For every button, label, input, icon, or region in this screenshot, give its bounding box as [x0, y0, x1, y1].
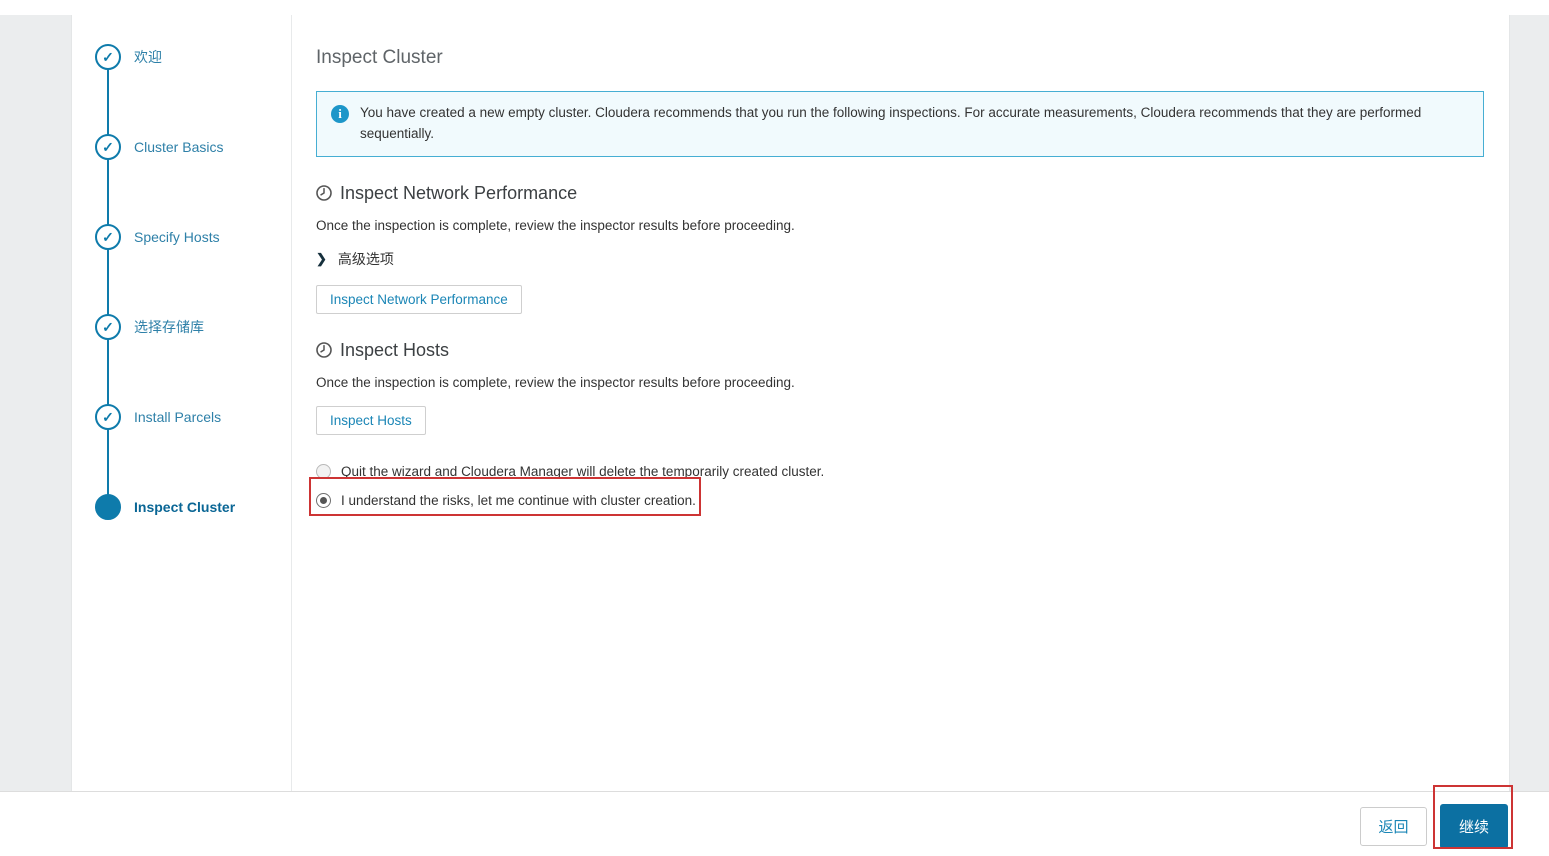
section-heading-network: Inspect Network Performance	[316, 183, 1484, 204]
step-label: 选择存储库	[134, 319, 204, 335]
step-check-icon: ✓	[95, 404, 121, 430]
sidebar-step-install-parcels: ✓ Install Parcels	[72, 404, 291, 494]
radio-option-label: I understand the risks, let me continue …	[341, 492, 696, 508]
radio-option-label: Quit the wizard and Cloudera Manager wil…	[341, 463, 825, 479]
radio-button-selected-icon[interactable]	[316, 492, 331, 508]
section-heading-text: Inspect Network Performance	[340, 182, 578, 203]
back-button[interactable]: 返回	[1360, 807, 1427, 846]
inspect-network-performance-button[interactable]: Inspect Network Performance	[316, 284, 522, 314]
main-content: Inspect Cluster i You have created a new…	[292, 15, 1509, 791]
sidebar-step-select-repository: ✓ 选择存储库	[72, 314, 291, 404]
step-check-icon: ✓	[95, 314, 121, 340]
wizard-card: ✓ 欢迎 ✓ Cluster Basics ✓ Specify Hosts ✓ …	[71, 15, 1510, 791]
section-heading-text: Inspect Hosts	[340, 339, 450, 360]
sidebar-step-specify-hosts: ✓ Specify Hosts	[72, 224, 291, 314]
step-current-dot	[95, 494, 121, 520]
advanced-options-label: 高级选项	[337, 250, 394, 267]
footer-action-bar: 返回 继续	[0, 791, 1549, 856]
radio-button-icon[interactable]	[316, 463, 331, 479]
sidebar-step-inspect-cluster: Inspect Cluster	[72, 494, 291, 584]
section-description: Once the inspection is complete, review …	[316, 374, 795, 390]
sidebar-step-cluster-basics: ✓ Cluster Basics	[72, 134, 291, 224]
cluster-decision-radio-group: Quit the wizard and Cloudera Manager wil…	[316, 463, 1484, 508]
step-check-icon: ✓	[95, 224, 121, 250]
step-check-icon: ✓	[95, 44, 121, 70]
info-banner-text: You have created a new empty cluster. Cl…	[360, 105, 1422, 141]
sidebar-step-welcome: ✓ 欢迎	[72, 44, 291, 134]
wizard-sidebar: ✓ 欢迎 ✓ Cluster Basics ✓ Specify Hosts ✓ …	[72, 15, 292, 791]
continue-button[interactable]: 继续	[1440, 804, 1508, 849]
clock-icon	[316, 185, 332, 202]
step-connector-line	[107, 57, 109, 507]
info-banner: i You have created a new empty cluster. …	[316, 91, 1484, 157]
step-check-icon: ✓	[95, 134, 121, 160]
info-icon: i	[331, 105, 349, 123]
page-title: Inspect Cluster	[316, 47, 443, 68]
top-strip	[0, 0, 1549, 15]
radio-option-quit-wizard[interactable]: Quit the wizard and Cloudera Manager wil…	[316, 463, 825, 479]
step-label: Inspect Cluster	[134, 499, 236, 515]
chevron-right-icon: ❯	[316, 251, 327, 267]
step-label: 欢迎	[134, 49, 162, 65]
inspect-hosts-button[interactable]: Inspect Hosts	[316, 405, 426, 435]
step-label: Specify Hosts	[134, 229, 220, 245]
section-description: Once the inspection is complete, review …	[316, 217, 795, 233]
radio-option-continue-creation[interactable]: I understand the risks, let me continue …	[316, 492, 696, 508]
advanced-options-toggle[interactable]: ❯ 高级选项	[316, 249, 394, 269]
clock-icon	[316, 342, 332, 359]
step-label: Cluster Basics	[134, 139, 224, 155]
step-label: Install Parcels	[134, 409, 222, 425]
section-heading-hosts: Inspect Hosts	[316, 340, 1484, 361]
